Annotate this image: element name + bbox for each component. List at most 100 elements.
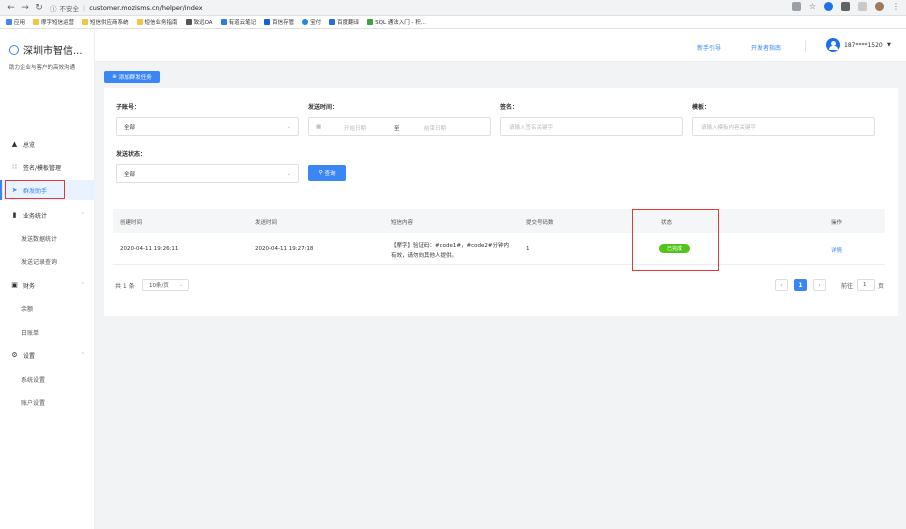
- brand[interactable]: 深圳市智信...: [9, 42, 83, 57]
- user-avatar-icon[interactable]: [826, 38, 840, 52]
- chevron-down-icon: ⌄: [286, 123, 291, 130]
- star-icon[interactable]: ☆: [809, 2, 816, 11]
- sign-input[interactable]: 请输入签名关键字: [500, 117, 683, 136]
- table-row: 2020-04-11 19:26:11 2020-04-11 19:27:18 …: [113, 233, 885, 265]
- folder-icon: [136, 19, 143, 25]
- chevron-up-icon: ⌃: [80, 352, 85, 358]
- sidebar-item-finance[interactable]: ▣ 财务 ⌃: [0, 275, 95, 295]
- sidebar-item-settings[interactable]: ⚙ 设置 ⌃: [0, 345, 95, 365]
- total-count: 共 1 条: [115, 283, 135, 290]
- col-send-time: 发送时间: [255, 220, 278, 226]
- profile-avatar-icon[interactable]: [875, 2, 884, 11]
- guide-link[interactable]: 新手引导: [697, 43, 721, 52]
- table-header: 创建时间 发送时间 短信内容 提交号码数 状态 操作: [113, 209, 885, 233]
- app-header: 新手引导 开发者指南 187****1520 ▼: [95, 29, 906, 62]
- sidebar-item-daily-bill[interactable]: 日账单: [0, 322, 95, 342]
- header-divider: [805, 40, 806, 52]
- user-phone[interactable]: 187****1520: [844, 42, 883, 49]
- translate-icon[interactable]: [791, 2, 801, 11]
- back-icon[interactable]: ←: [6, 3, 16, 13]
- next-page-button[interactable]: ›: [813, 279, 826, 291]
- kebab-menu-icon[interactable]: ⋮: [892, 2, 900, 11]
- forward-icon[interactable]: →: [20, 3, 30, 13]
- send-status-select[interactable]: 全部 ⌄: [116, 164, 299, 183]
- developer-guide-link[interactable]: 开发者指南: [751, 43, 781, 52]
- info-icon: ⓘ: [50, 4, 57, 13]
- bar-chart-icon: ▮: [12, 211, 17, 219]
- template-input[interactable]: 请输入模板内容关键字: [692, 117, 875, 136]
- sidebar-item-signature-template[interactable]: ∷ 签名/模板管理: [0, 157, 95, 177]
- col-sms-content: 短信内容: [391, 220, 414, 226]
- bookmarks-bar: 应用 摩字短信运营 短信供应商系统 短信业务指南 致远OA 有道云笔记 百信存管…: [0, 16, 906, 29]
- send-time-range-picker[interactable]: ▦ 开始日期 至 结束日期: [308, 117, 491, 136]
- browser-actions: ☆ ⋮: [791, 2, 900, 11]
- bookmark-item[interactable]: 百信存管: [264, 18, 294, 26]
- extension-icon[interactable]: [824, 2, 833, 11]
- bookmark-item[interactable]: 短信供应商系统: [82, 18, 129, 26]
- sidebar-item-overview[interactable]: ▲ 总览: [0, 134, 95, 154]
- menu-list-icon[interactable]: [858, 2, 867, 11]
- cell-content-line2: 有效，请勿向其他人提供。: [391, 253, 458, 259]
- bookmark-item[interactable]: 短信业务指南: [136, 18, 178, 26]
- sign-label: 签名：: [500, 104, 519, 111]
- translate-icon: [329, 19, 336, 25]
- address-separator: |: [83, 3, 86, 12]
- chevron-right-icon: ›: [818, 281, 821, 289]
- bookmark-apps[interactable]: 应用: [6, 18, 25, 26]
- end-date-input[interactable]: 结束日期: [424, 124, 446, 132]
- sql-icon: [367, 19, 374, 25]
- active-indicator: [0, 180, 2, 200]
- note-icon: [220, 19, 227, 25]
- chevron-up-icon: ⌃: [80, 212, 85, 218]
- template-label: 模板：: [692, 104, 711, 111]
- query-button[interactable]: ⚲ 查询: [308, 165, 346, 181]
- sidebar-item-system-settings[interactable]: 系统设置: [0, 369, 95, 389]
- bookmark-item[interactable]: 百度翻译: [329, 18, 359, 26]
- goto-page-input[interactable]: 1: [857, 279, 875, 291]
- start-date-input[interactable]: 开始日期: [344, 124, 366, 132]
- highlight-box-sidebar: [5, 180, 65, 199]
- url-text: customer.mozisms.cn/helper/index: [89, 3, 203, 12]
- address-bar[interactable]: ⓘ 不安全 | customer.mozisms.cn/helper/index: [50, 2, 203, 13]
- sidebar-item-statistics[interactable]: ▮ 业务统计 ⌃: [0, 205, 95, 225]
- sidebar-item-balance[interactable]: 余额: [0, 298, 95, 318]
- bookmark-item[interactable]: 宝付: [302, 18, 321, 26]
- sub-account-select[interactable]: 全部 ⌄: [116, 117, 299, 136]
- range-separator: 至: [394, 126, 400, 132]
- details-link[interactable]: 详情: [831, 246, 842, 254]
- caret-down-icon[interactable]: ▼: [887, 42, 891, 48]
- highlight-box-status: [632, 209, 719, 271]
- folder-icon: [82, 19, 89, 25]
- prev-page-button[interactable]: ‹: [775, 279, 788, 291]
- wallet-icon: ▣: [11, 281, 18, 289]
- extension-icon-2[interactable]: [841, 2, 850, 11]
- page-size-select[interactable]: 10条/页 ⌄: [142, 279, 189, 291]
- cell-submit-count: 1: [526, 246, 530, 252]
- folder-icon: [33, 19, 40, 25]
- pay-icon: [302, 19, 309, 25]
- chevron-left-icon: ‹: [780, 281, 783, 289]
- gear-icon: ⚙: [11, 351, 18, 359]
- chevron-down-icon: ⌄: [178, 282, 183, 288]
- send-time-label: 发送时间：: [308, 104, 339, 111]
- page-unit-label: 页: [878, 283, 885, 290]
- bookmark-item[interactable]: 有道云笔记: [220, 18, 256, 26]
- brand-subtitle: 助力企业与客户的高效沟通: [9, 65, 76, 71]
- col-submit-count: 提交号码数: [526, 220, 554, 226]
- bookmark-item[interactable]: SQL 通法入门 - 积...: [367, 18, 426, 26]
- page-number-current[interactable]: 1: [794, 279, 807, 291]
- sidebar-item-send-records[interactable]: 发送记录查询: [0, 251, 95, 271]
- add-task-button[interactable]: ⊕ 添加群发任务: [104, 71, 160, 83]
- brand-name: 深圳市智信...: [23, 46, 83, 57]
- sidebar-item-send-stats[interactable]: 发送数据统计: [0, 228, 95, 248]
- sub-account-label: 子账号：: [116, 104, 141, 111]
- cell-created-time: 2020-04-11 19:26:11: [120, 246, 179, 252]
- bookmark-item[interactable]: 摩字短信运营: [33, 18, 74, 26]
- cell-content-line1: 【摩字】验证码：#code1#，#code2#分钟内: [391, 243, 509, 249]
- reload-icon[interactable]: ↻: [34, 3, 44, 13]
- chevron-up-icon: ⌃: [80, 282, 85, 288]
- bookmark-item[interactable]: 致远OA: [185, 18, 213, 26]
- col-action: 操作: [831, 220, 843, 226]
- chat-bubble-icon: [9, 44, 19, 55]
- sidebar-item-account-settings[interactable]: 账户设置: [0, 392, 95, 412]
